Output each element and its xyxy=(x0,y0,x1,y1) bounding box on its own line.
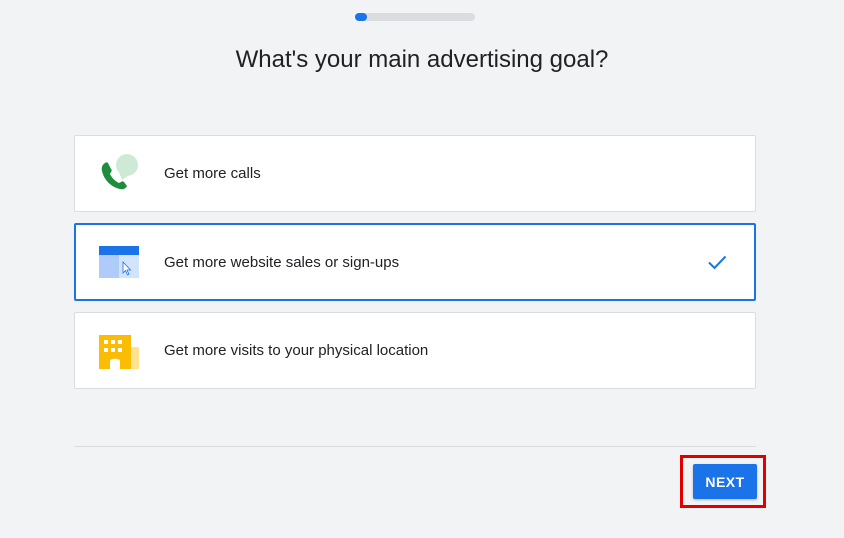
website-cursor-icon xyxy=(97,240,141,284)
option-label: Get more calls xyxy=(164,165,261,182)
progress-bar-fill xyxy=(355,13,367,21)
goal-options-list: Get more calls Get more website sales or… xyxy=(74,135,756,400)
storefront-building-icon xyxy=(97,329,141,373)
next-button[interactable]: NEXT xyxy=(693,464,757,499)
option-get-more-website-sales[interactable]: Get more website sales or sign-ups xyxy=(74,223,756,301)
footer-divider xyxy=(74,446,756,447)
progress-bar xyxy=(355,13,475,21)
option-get-more-calls[interactable]: Get more calls xyxy=(74,135,756,212)
option-label: Get more visits to your physical locatio… xyxy=(164,342,429,359)
page-title: What's your main advertising goal? xyxy=(235,46,609,73)
checkmark-icon xyxy=(708,255,727,270)
option-get-more-visits[interactable]: Get more visits to your physical locatio… xyxy=(74,312,756,389)
phone-call-icon xyxy=(97,152,141,196)
option-label: Get more website sales or sign-ups xyxy=(164,253,400,271)
